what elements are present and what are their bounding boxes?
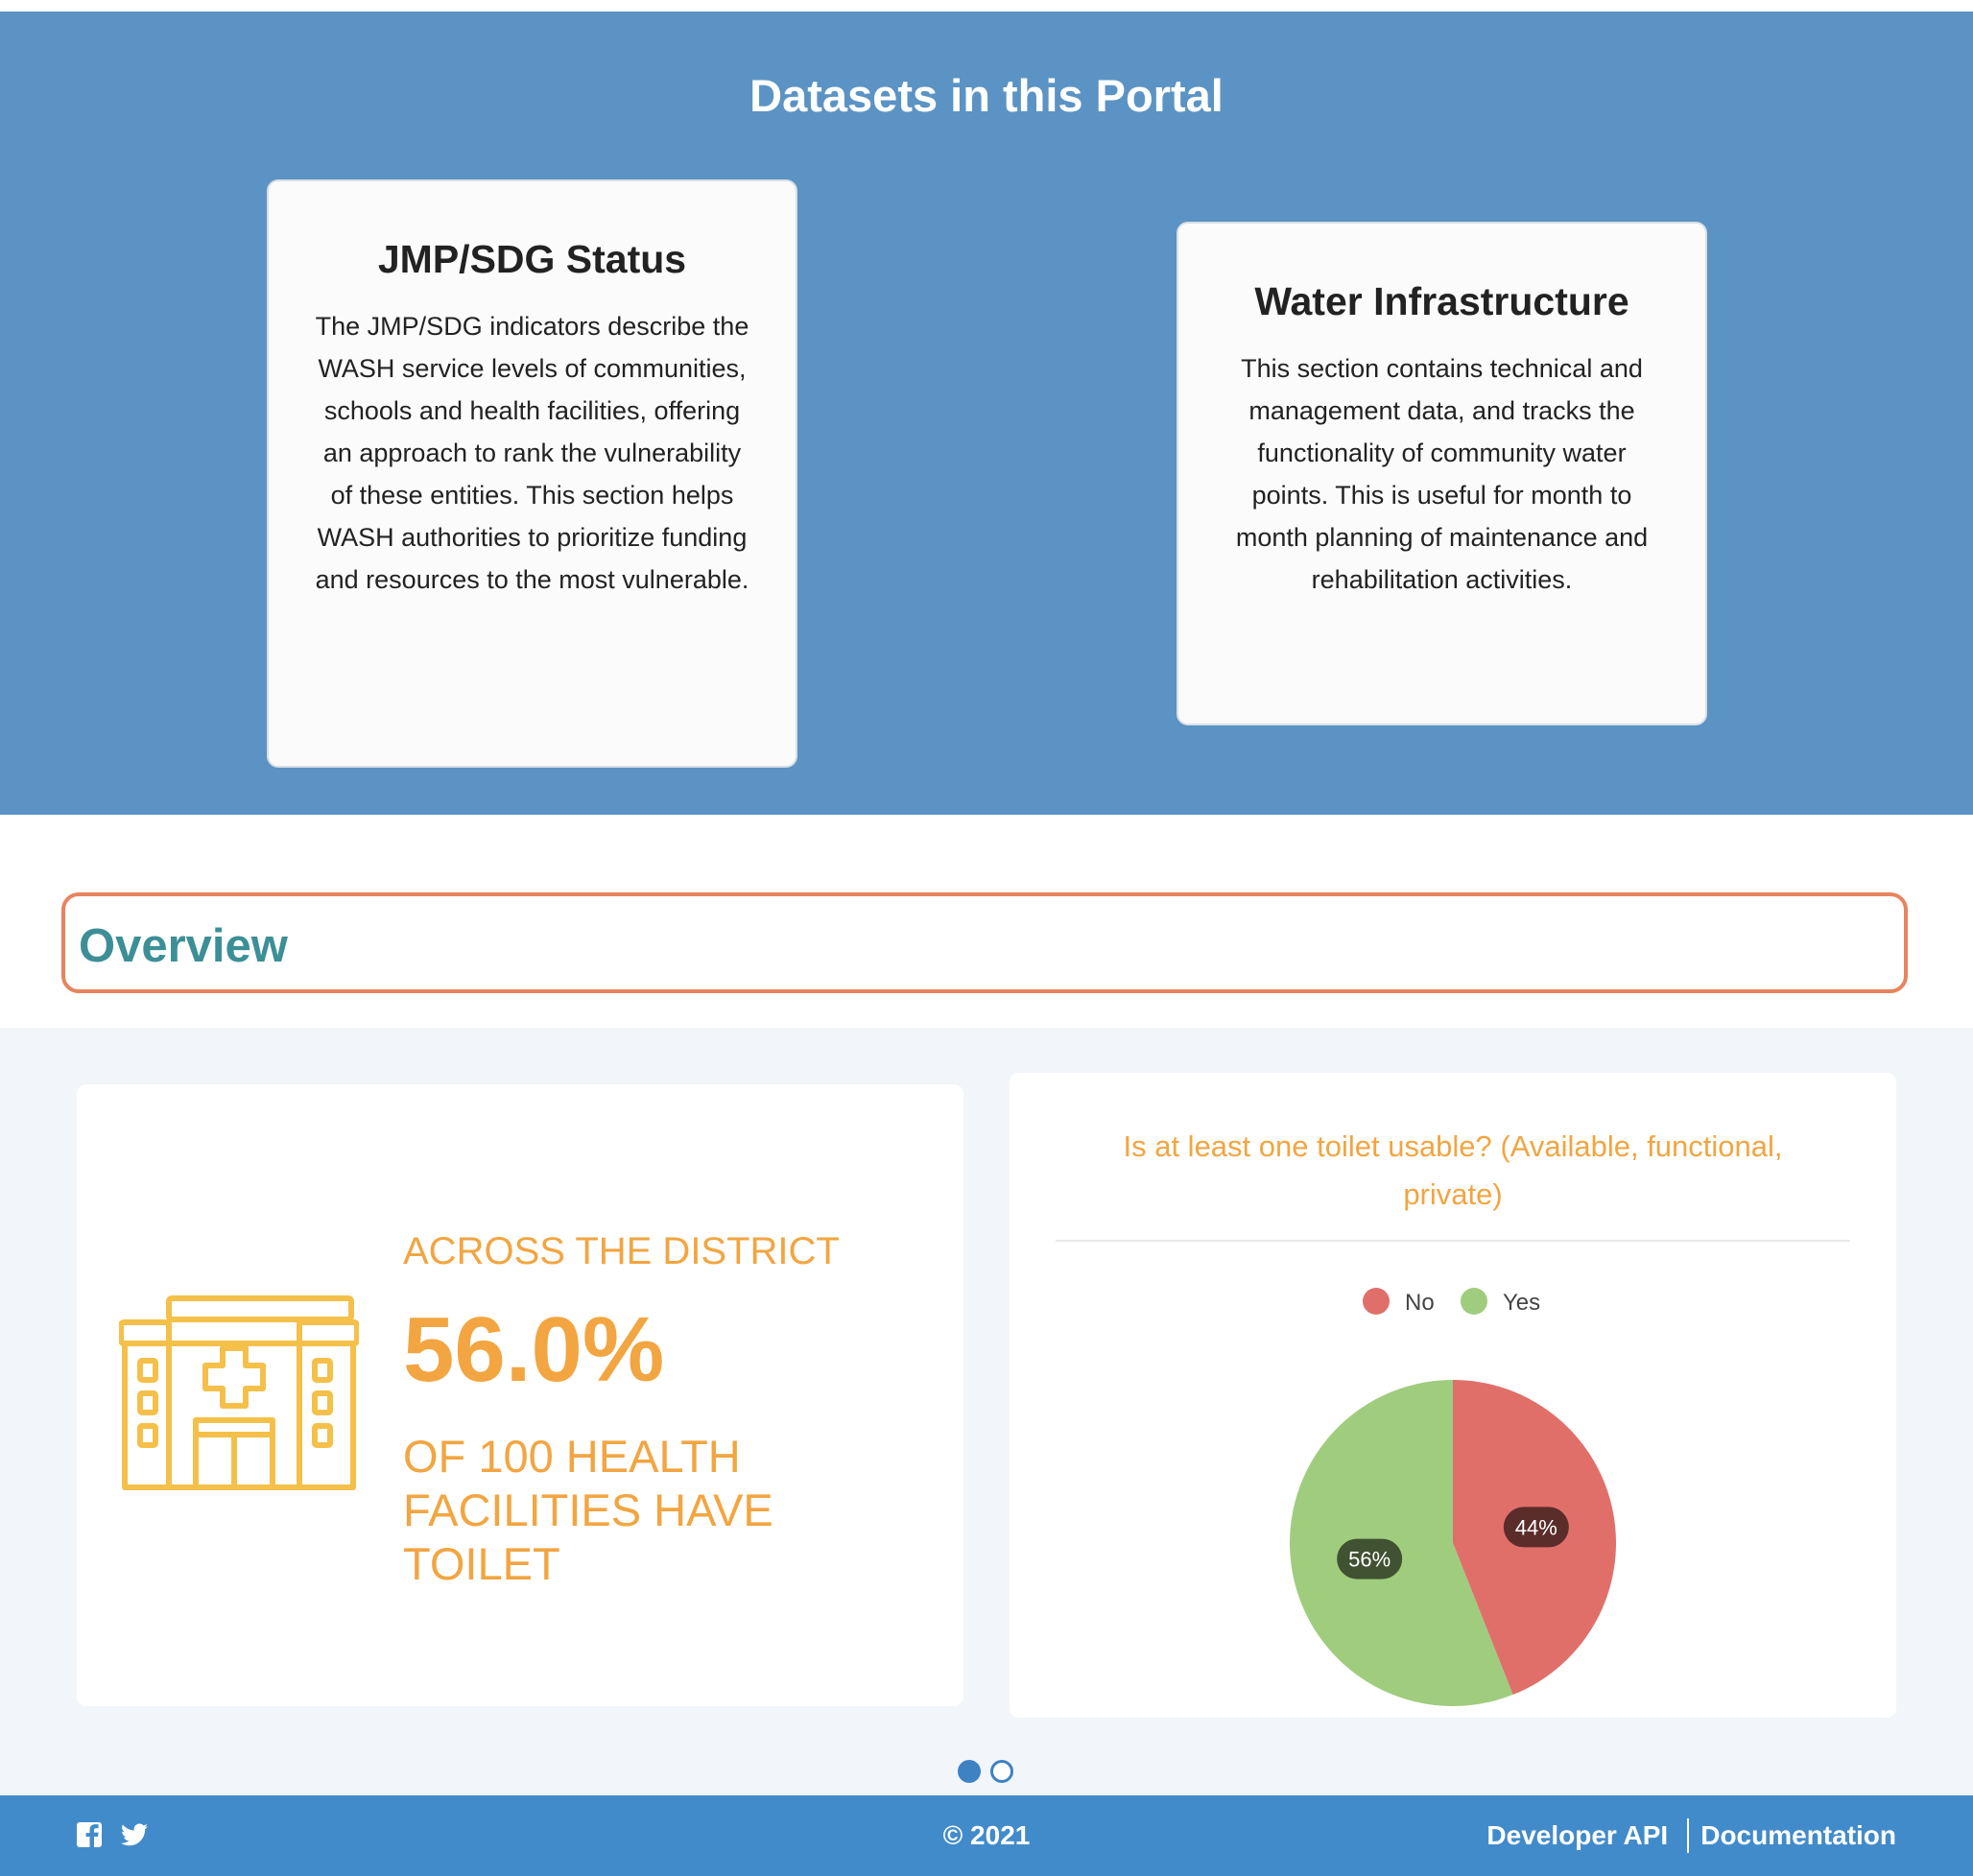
pie-chart: No Yes 44% 56% bbox=[1290, 1288, 1616, 1706]
datasets-section: Datasets in this Portal JMP/SDG Status T… bbox=[0, 12, 1973, 815]
chart-title: Is at least one toilet usable? (Availabl… bbox=[1123, 1129, 1783, 1211]
chart-divider bbox=[1056, 1240, 1850, 1242]
card-title: Water Infrastructure bbox=[1254, 279, 1629, 323]
svg-text:44%: 44% bbox=[1515, 1515, 1557, 1539]
documentation-link[interactable]: Documentation bbox=[1700, 1820, 1896, 1851]
legend-swatch bbox=[1363, 1288, 1390, 1315]
legend-label: Yes bbox=[1503, 1290, 1540, 1316]
stat-card: ACROSS THE DISTRICT 56.0% OF 100 HEALTH … bbox=[77, 1084, 963, 1706]
dataset-card-water-infrastructure[interactable]: Water Infrastructure This section contai… bbox=[1177, 222, 1707, 725]
footer: © 2021 Developer API Documentation bbox=[0, 1795, 1973, 1876]
data-label-no: 44% bbox=[1503, 1507, 1569, 1548]
legend-swatch bbox=[1461, 1288, 1487, 1315]
carousel-dot-2[interactable] bbox=[990, 1760, 1013, 1783]
dataset-card-jmp-sdg[interactable]: JMP/SDG Status The JMP/SDG indicators de… bbox=[267, 179, 797, 768]
data-label-yes: 56% bbox=[1337, 1538, 1403, 1579]
footer-links: Developer API Documentation bbox=[1486, 1818, 1896, 1853]
hospital-icon bbox=[119, 1295, 359, 1490]
stat-label-bottom: OF 100 HEALTH FACILITIES HAVE TOILET bbox=[403, 1431, 773, 1589]
legend-item-yes[interactable]: Yes bbox=[1461, 1288, 1540, 1316]
card-description: The JMP/SDG indicators describe the WASH… bbox=[315, 312, 749, 594]
datasets-title: Datasets in this Portal bbox=[749, 70, 1224, 121]
card-description: This section contains technical and mana… bbox=[1235, 354, 1649, 594]
stat-value: 56.0% bbox=[403, 1298, 665, 1401]
footer-separator bbox=[1687, 1818, 1690, 1853]
card-title: JMP/SDG Status bbox=[377, 237, 687, 281]
overview-title: Overview bbox=[79, 920, 288, 972]
chart-card: Is at least one toilet usable? (Availabl… bbox=[1010, 1073, 1896, 1718]
top-strip bbox=[0, 0, 1973, 12]
developer-api-link[interactable]: Developer API bbox=[1486, 1820, 1668, 1851]
svg-text:56%: 56% bbox=[1348, 1548, 1391, 1572]
overview-header: Overview bbox=[61, 892, 1908, 993]
stat-label-top: ACROSS THE DISTRICT bbox=[403, 1230, 840, 1272]
carousel-dots bbox=[958, 1760, 1015, 1783]
legend-label: No bbox=[1405, 1290, 1435, 1316]
legend-item-no[interactable]: No bbox=[1363, 1288, 1435, 1316]
carousel-dot-1[interactable] bbox=[958, 1760, 981, 1783]
